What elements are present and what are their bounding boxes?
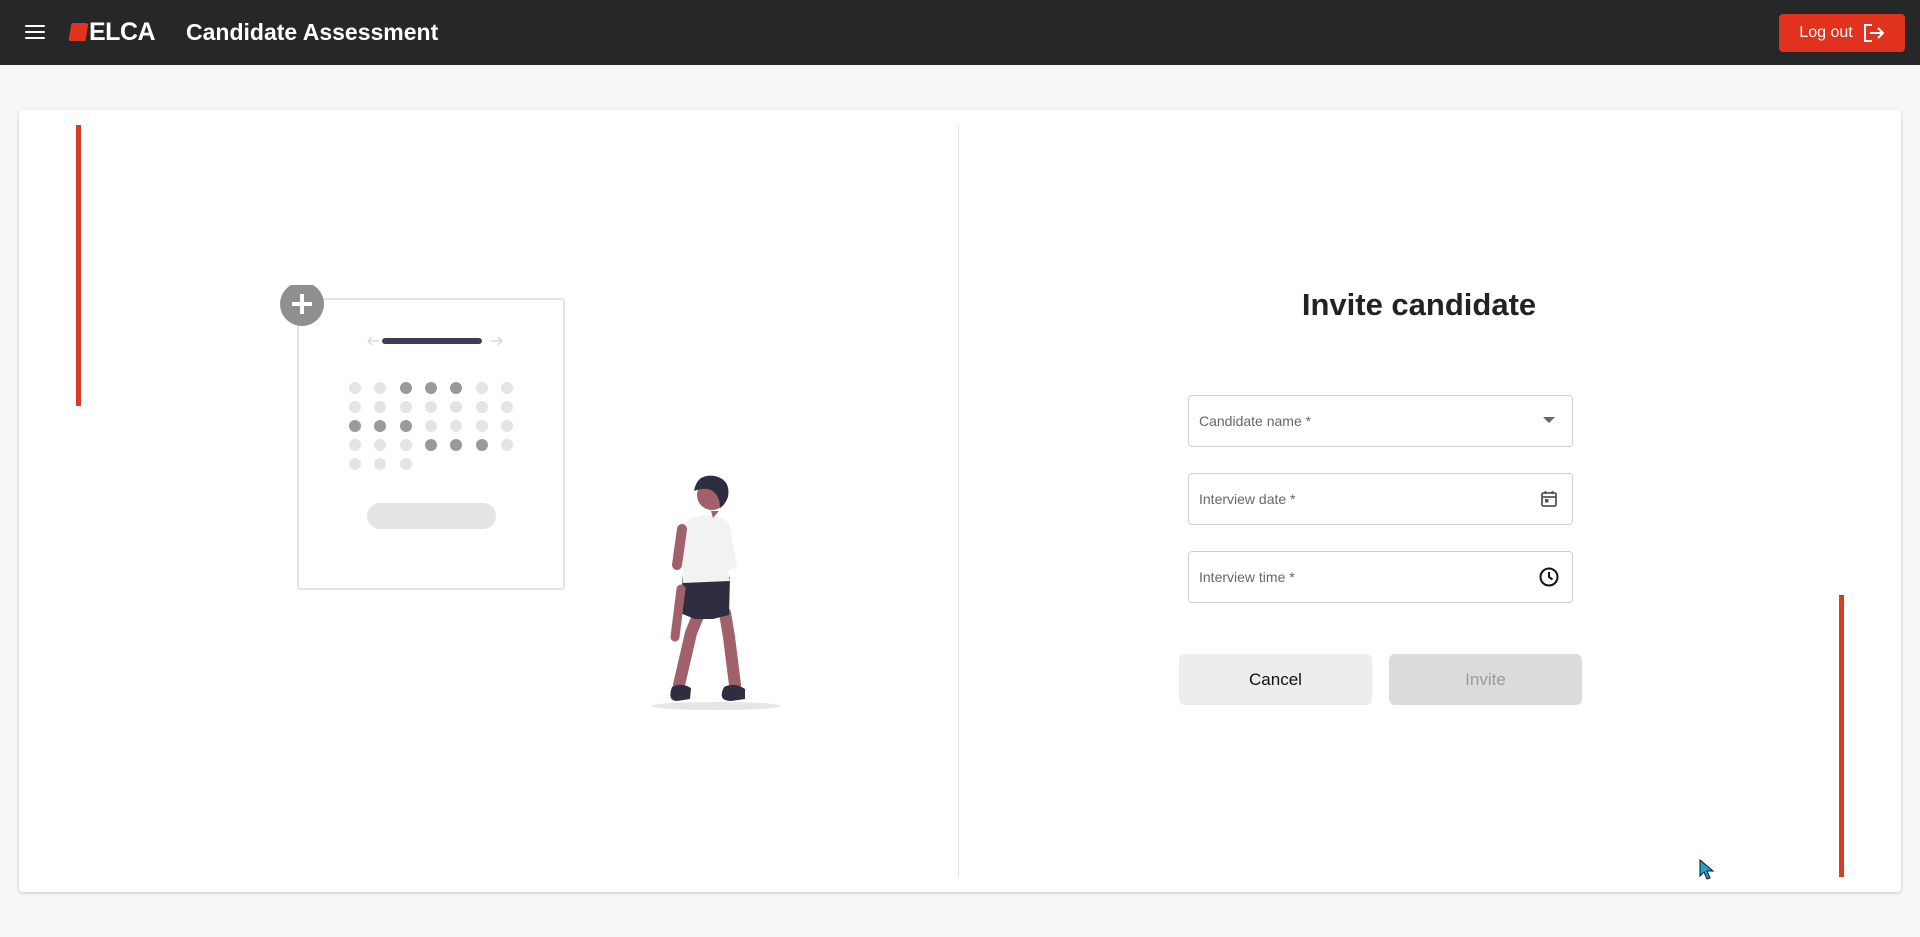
mouse-pointer-icon [1699, 859, 1715, 880]
interview-date-field[interactable]: Interview date * [1188, 473, 1573, 525]
decorative-accent-line-right [1839, 595, 1844, 877]
logout-label: Log out [1799, 24, 1853, 41]
chevron-down-icon[interactable] [1536, 417, 1562, 425]
app-title: Candidate Assessment [186, 19, 439, 45]
calendar-person-illustration [280, 285, 781, 710]
cancel-button[interactable]: Cancel [1179, 654, 1372, 705]
candidate-name-select[interactable]: Candidate name * [1188, 395, 1573, 447]
invite-card: Invite candidate [19, 110, 1901, 892]
candidate-name-label: Candidate name * [1199, 413, 1312, 429]
elca-logo-mark [68, 23, 89, 41]
interview-date-label: Interview date * [1199, 491, 1296, 507]
invite-button[interactable]: Invite [1389, 654, 1582, 705]
logout-icon [1863, 24, 1885, 42]
interview-time-label: Interview time * [1199, 569, 1295, 585]
top-app-bar: ELCA Candidate Assessment Log out [0, 0, 1920, 65]
logout-button[interactable]: Log out [1779, 14, 1905, 52]
elca-logo: ELCA [68, 17, 156, 46]
menu-icon[interactable] [24, 22, 46, 42]
page-title: Invite candidate [1301, 287, 1537, 322]
calendar-icon[interactable] [1536, 490, 1562, 508]
decorative-accent-line-left [76, 125, 81, 406]
card-divider [958, 125, 959, 877]
brand-name: ELCA [89, 17, 156, 46]
clock-icon[interactable] [1536, 566, 1562, 588]
interview-time-field[interactable]: Interview time * [1188, 551, 1573, 603]
